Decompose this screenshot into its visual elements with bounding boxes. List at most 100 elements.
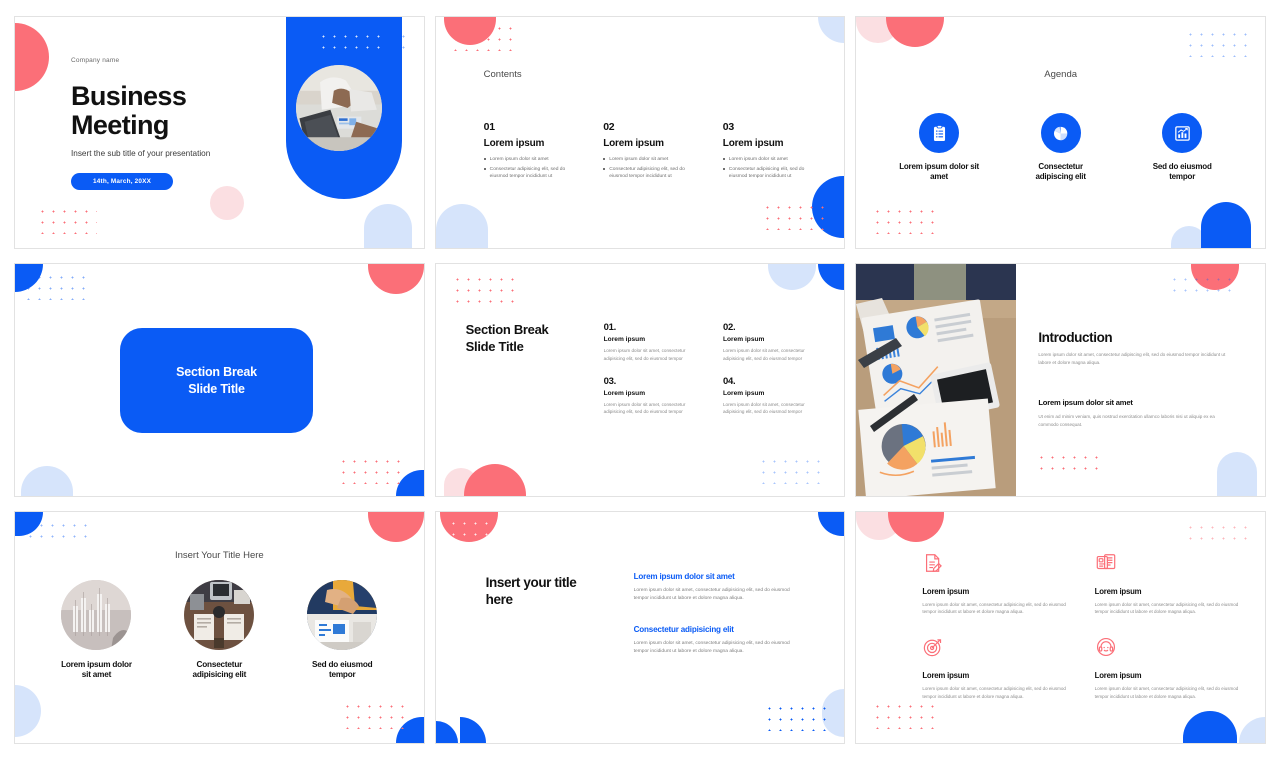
three-photos-heading: Insert Your Title Here <box>174 549 264 561</box>
slide-agenda[interactable]: Agenda Lorem ipsum dolor sit amet Consec… <box>855 16 1266 250</box>
feature-title: Lorem ipsum <box>922 586 970 596</box>
bar-chart-growth-icon <box>1174 125 1190 141</box>
blue-quarter-decor <box>818 264 845 291</box>
agenda-icon-button[interactable] <box>919 113 960 153</box>
dot-pattern-red-bottom <box>872 206 935 235</box>
feature-body: Lorem ipsum dolor sit amet, consectetur … <box>1094 601 1239 615</box>
photo-item[interactable]: Sed do eiusmod tempor <box>281 579 404 682</box>
date-pill-button[interactable]: 14th, March, 20XX <box>71 173 174 191</box>
dot-pattern-white <box>317 31 388 57</box>
bullet-item: Consectetur adipisicing elit, sed do eiu… <box>603 166 695 181</box>
red-half-circle-decor <box>443 17 496 45</box>
title-subtitle: Insert the sub title of your presentatio… <box>71 149 211 159</box>
dot-pattern-blue-top <box>25 519 89 544</box>
headset-support-icon <box>1096 637 1115 656</box>
dot-pattern-blue-top <box>23 272 89 301</box>
block-heading: Consectetur adipisicing elit <box>633 624 734 634</box>
slide-contents[interactable]: Contents 01 Lorem ipsum Lorem ipsum dolo… <box>434 16 846 250</box>
dot-pattern-red-bottom <box>337 455 408 484</box>
desk-meeting-photo <box>184 579 255 650</box>
section-title-line-1: Section Break <box>465 322 549 338</box>
documents-cards-icon <box>1096 553 1115 569</box>
numbered-item[interactable]: 01. Lorem ipsum Lorem ipsum dolor sit am… <box>604 322 701 362</box>
photo-item-label: Sed do eiusmod tempor <box>312 659 373 680</box>
company-name: Company name <box>71 57 120 64</box>
feature-item[interactable]: Lorem ipsum Lorem ipsum dolor sit amet, … <box>1095 552 1241 616</box>
dot-pattern-blue-top <box>375 31 406 57</box>
intro-photo-circle-mask <box>856 336 1018 496</box>
dot-pattern-red-bottom <box>872 700 939 729</box>
feature-item[interactable]: Lorem ipsum Lorem ipsum dolor sit amet, … <box>922 636 1068 700</box>
bullet-item: Lorem ipsum dolor sit amet <box>603 156 695 164</box>
column-title: Lorem ipsum <box>603 138 664 149</box>
contents-column[interactable]: 03 Lorem ipsum Lorem ipsum dolor sit ame… <box>722 121 815 183</box>
item-number: 03. <box>603 376 617 388</box>
item-title: Lorem ipsum <box>722 336 765 344</box>
stock-chart-photo <box>61 579 132 650</box>
blue-quarter-bottom-decor <box>395 716 424 743</box>
bullet-item: Consectetur adipisicing elit, sed do eiu… <box>722 166 815 181</box>
intro-body: Lorem ipsum dolor sit amet, consectetur … <box>1038 352 1226 366</box>
agenda-icon-button[interactable] <box>1162 113 1203 153</box>
handshake-photo <box>307 579 378 650</box>
agenda-item[interactable]: Sed do eiusmod tempor <box>1121 113 1243 183</box>
contents-column[interactable]: 01 Lorem ipsum Lorem ipsum dolor sit ame… <box>483 121 576 183</box>
light-blue-quarter-decor <box>1238 716 1265 743</box>
slide-three-photos[interactable]: Insert Your Title Here Lorem ipsum dolor… <box>14 510 425 744</box>
slide-introduction[interactable]: Introduction Lorem ipsum dolor sit amet,… <box>855 263 1266 497</box>
light-blue-arch-bottom-left <box>435 204 488 249</box>
bullet-item: Lorem ipsum dolor sit amet <box>483 156 576 164</box>
photo-item-label: Lorem ipsum dolor sit amet <box>61 659 132 680</box>
agenda-icon-button[interactable] <box>1040 113 1081 153</box>
dot-pattern-blue-bottom <box>764 702 831 731</box>
item-number: 04. <box>722 376 736 388</box>
title-line-1: Business <box>71 81 187 111</box>
red-half-circle-decor <box>1190 264 1239 291</box>
text-block[interactable]: Consectetur adipisicing elit Lorem ipsum… <box>634 625 805 656</box>
slide-two-text-blocks[interactable]: Insert your title here Lorem ipsum dolor… <box>434 510 846 744</box>
dot-pattern-blue-top <box>1184 29 1247 57</box>
red-half-circle-decor <box>367 264 424 295</box>
numbered-item[interactable]: 04. Lorem ipsum Lorem ipsum dolor sit am… <box>723 376 820 416</box>
photo-circle[interactable] <box>184 579 255 650</box>
section-break-card[interactable]: Section Break Slide Title <box>120 328 313 434</box>
item-title: Lorem ipsum <box>603 336 646 344</box>
blue-quote-right-decor <box>459 716 486 743</box>
document-pen-icon <box>926 553 943 572</box>
photo-circle[interactable] <box>307 579 378 650</box>
slide-title[interactable]: Company name Business Meeting Insert the… <box>14 16 425 250</box>
intro-sub-title: Lorem ipsum dolor sit amet <box>1038 398 1133 408</box>
section-title-line-2: Slide Title <box>465 339 524 355</box>
slide-deck-grid: Company name Business Meeting Insert the… <box>0 0 1280 760</box>
dot-pattern-red-top <box>1184 521 1251 548</box>
block-heading: Lorem ipsum dolor sit amet <box>633 571 735 581</box>
photo-item[interactable]: Consectetur adipisicing elit <box>158 579 281 682</box>
light-blue-arch-decor <box>1216 451 1257 496</box>
dot-pattern-blue-bottom <box>758 455 829 484</box>
slide-four-features[interactable]: Lorem ipsum Lorem ipsum dolor sit amet, … <box>855 510 1266 744</box>
dot-pattern-red-bottom <box>37 206 97 235</box>
clipboard-checklist-icon <box>933 124 945 141</box>
slide-section-break-list[interactable]: Section Break Slide Title 01. Lorem ipsu… <box>434 263 846 497</box>
section-break-line-2: Slide Title <box>188 381 245 396</box>
agenda-item[interactable]: Lorem ipsum dolor sit amet <box>878 113 1000 183</box>
contents-column[interactable]: 02 Lorem ipsum Lorem ipsum dolor sit ame… <box>603 121 695 183</box>
feature-item[interactable]: Lorem ipsum Lorem ipsum dolor sit amet, … <box>922 552 1068 616</box>
feature-item[interactable]: Lorem ipsum Lorem ipsum dolor sit amet, … <box>1095 636 1241 700</box>
item-title: Lorem ipsum <box>603 390 646 398</box>
agenda-item[interactable]: Consectetur adipiscing elit <box>1000 113 1122 183</box>
slide-section-break-card[interactable]: Section Break Slide Title <box>14 263 425 497</box>
section-break-line-1: Section Break <box>176 364 257 379</box>
column-number: 01 <box>483 121 495 133</box>
photo-circle[interactable] <box>61 579 132 650</box>
numbered-item[interactable]: 02. Lorem ipsum Lorem ipsum dolor sit am… <box>723 322 820 362</box>
section-title-block: Section Break Slide Title <box>466 322 576 356</box>
column-title: Lorem ipsum <box>722 138 784 149</box>
numbered-item[interactable]: 03. Lorem ipsum Lorem ipsum dolor sit am… <box>604 376 701 416</box>
photo-item[interactable]: Lorem ipsum dolor sit amet <box>35 579 158 682</box>
dot-pattern-red-top <box>449 23 512 51</box>
block-body: Lorem ipsum dolor sit amet, consectetur … <box>633 640 790 654</box>
item-number: 01. <box>603 322 617 334</box>
text-block[interactable]: Lorem ipsum dolor sit amet Lorem ipsum d… <box>634 572 805 603</box>
feature-title: Lorem ipsum <box>922 670 970 680</box>
